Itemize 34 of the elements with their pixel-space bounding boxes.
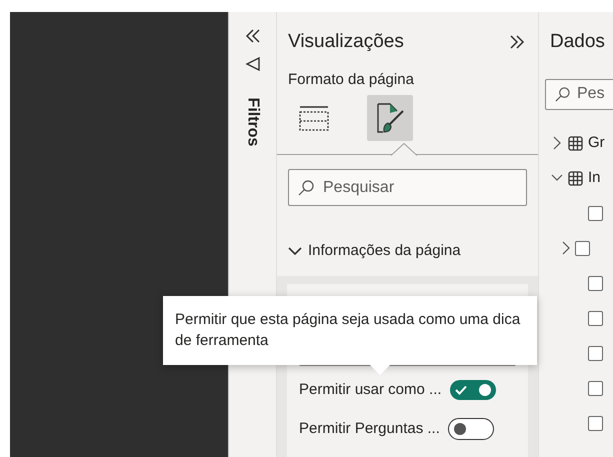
table-name: In — [588, 168, 601, 188]
checkbox[interactable] — [588, 310, 603, 326]
search-icon — [555, 86, 570, 102]
chevron-icon[interactable] — [551, 136, 563, 150]
section-title: Informações da página — [308, 240, 461, 261]
table-name: Gr — [588, 132, 605, 153]
toggle-label: Permitir usar como ... — [299, 380, 442, 400]
table-item[interactable]: In — [539, 160, 613, 196]
pane-subtitle: Formato da página — [287, 70, 415, 90]
search-field[interactable]: Pesquisar — [288, 169, 527, 206]
toggle-label: Permitir Perguntas ... — [299, 418, 440, 438]
checkbox[interactable] — [575, 240, 590, 256]
table-icon — [568, 136, 583, 150]
chevron-icon[interactable] — [561, 241, 571, 255]
filter-icon[interactable] — [244, 56, 260, 72]
toggle-switch[interactable] — [450, 380, 496, 400]
filters-label[interactable]: Filtros — [240, 98, 264, 146]
collapse-icon[interactable] — [244, 28, 262, 44]
pane-title: Dados — [549, 30, 606, 54]
checkbox[interactable] — [588, 206, 603, 220]
format-tab[interactable] — [367, 95, 413, 141]
tooltip-text: Permitir que esta página seja usada como uma dica de ferramenta — [175, 310, 522, 351]
check-icon — [454, 385, 467, 396]
pane-title: Visualizações — [288, 30, 404, 54]
expand-icon[interactable] — [508, 34, 526, 50]
checkbox[interactable] — [588, 416, 603, 430]
checkbox[interactable] — [588, 276, 603, 290]
search-field[interactable]: Pes — [545, 78, 613, 110]
table-item[interactable]: Gr — [539, 126, 613, 160]
checkbox[interactable] — [588, 346, 603, 360]
table-icon — [568, 170, 583, 186]
toggle-switch[interactable] — [448, 418, 494, 440]
checkbox[interactable] — [588, 380, 603, 396]
search-icon — [298, 180, 314, 196]
